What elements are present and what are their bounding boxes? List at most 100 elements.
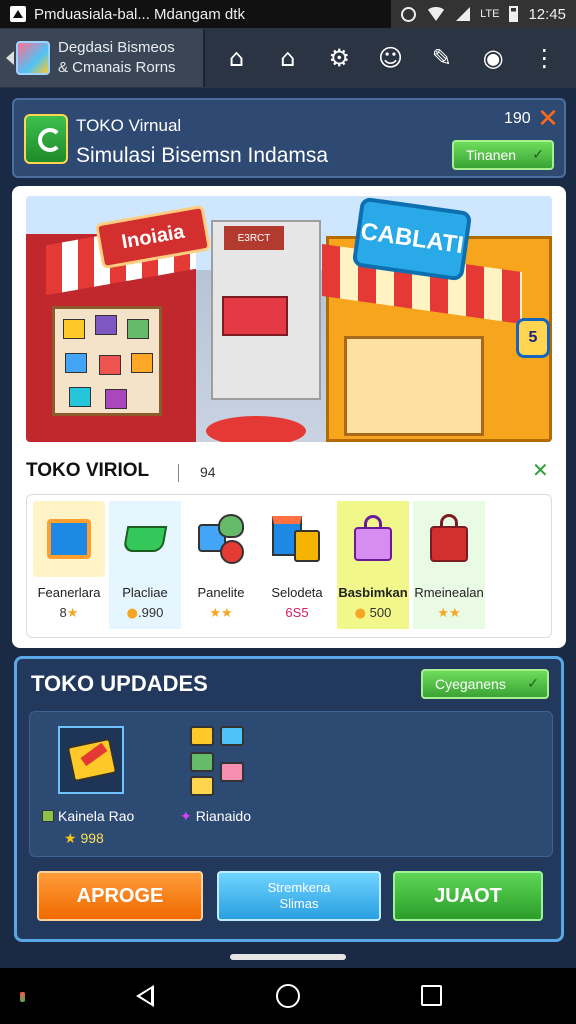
catalog-items: Feanerlara 8★ Placliae ●.990 Panelite ★★ — [26, 494, 552, 638]
clock-time: 12:45 — [528, 5, 566, 23]
item-name: Placliae — [122, 585, 168, 600]
shopping-cart-icon — [109, 501, 181, 577]
wifi-icon — [426, 7, 447, 21]
game-header-card: TOKO Virnual Simulasi Bisemsn Indamsa 19… — [12, 98, 566, 178]
alarm-clock-icon — [401, 6, 417, 22]
item-price: 6S5 — [285, 605, 309, 620]
star-icon: ★★ — [209, 606, 233, 621]
system-icons: LTE 12:45 — [391, 0, 576, 28]
catalog-title: TOKO VIRIOL — [26, 460, 150, 481]
middle-shop-sign: E3RCT — [224, 226, 284, 250]
catalog-item[interactable]: Rmeinealan ★★ — [413, 501, 485, 629]
update-item-name: ✦ Rianaido — [180, 808, 251, 825]
catalog-item[interactable]: Panelite ★★ — [185, 501, 257, 629]
back-chevron-icon[interactable] — [6, 51, 14, 65]
title-separator — [178, 464, 179, 482]
system-nav-bar — [0, 968, 576, 1024]
red-bag-icon — [413, 501, 485, 577]
item-price: ● 500 — [354, 605, 392, 621]
coin-icon: ● — [126, 606, 139, 621]
updates-list: Kainela Rao ★ 998 ✦ Rianaido — [29, 711, 553, 857]
header-title: Simulasi Bisemsn Indamsa — [76, 144, 329, 167]
chevron-down-icon: ✓ — [532, 147, 544, 163]
catalog-item[interactable]: Basbimkan ● 500 — [337, 501, 409, 629]
app-favicon-icon — [16, 41, 50, 75]
item-price: 8★ — [59, 605, 79, 621]
updates-dropdown[interactable]: Cyeganens ✓ — [421, 669, 549, 699]
tag-icon — [42, 810, 54, 822]
shopping-bags-icon — [261, 501, 333, 577]
updates-panel: TOKO UPDADES Cyeganens ✓ Kainela Rao ★ 9… — [14, 656, 564, 942]
item-name: Panelite — [197, 585, 245, 600]
item-price: ★★ — [185, 605, 257, 621]
back-icon[interactable] — [136, 985, 154, 1007]
pin-icon: ✦ — [180, 809, 192, 825]
coin-icon: ● — [354, 606, 366, 621]
home-circle-icon[interactable] — [276, 984, 300, 1008]
handbag-icon — [337, 501, 409, 577]
browser-top-bar: Degdasi Bismeos & Cmanais Rorns ⌂ ⌂ ⚙ ☺ … — [0, 28, 576, 88]
shop-window — [344, 336, 484, 436]
lte-label: LTE — [480, 7, 500, 20]
catalog-item[interactable]: Selodeta 6S5 — [261, 501, 333, 629]
display-cart-illustration — [222, 296, 288, 336]
catalog-count: 94 — [200, 464, 216, 480]
item-price: ●.990 — [126, 605, 164, 621]
close-icon[interactable]: ✕ — [536, 106, 560, 132]
fruit-basket-icon — [185, 501, 257, 577]
catalog-card: Inoiaia E3RCT CABLATI 5 TOKO VIRIOL 94 ✕ — [12, 186, 566, 648]
battery-icon — [509, 6, 519, 22]
shelf-illustration — [52, 306, 162, 416]
more-vert-icon[interactable]: ⋮ — [527, 41, 561, 75]
button-label-line1: Stremkena — [267, 880, 331, 895]
laptop-box-icon — [33, 501, 105, 577]
browser-tab[interactable]: Degdasi Bismeos & Cmanais Rorns — [0, 29, 205, 87]
gear-icon[interactable]: ⚙ — [322, 41, 356, 75]
aproge-button[interactable]: APROGE — [37, 871, 203, 921]
camera-icon[interactable]: ◉ — [476, 41, 510, 75]
shop-badge: 5 — [516, 318, 550, 358]
assistant-dot-icon — [20, 992, 25, 1002]
floor-mat — [206, 416, 306, 442]
tab-title-line1: Degdasi Bismeos — [58, 39, 175, 56]
header-dropdown[interactable]: Tinanen ✓ — [452, 140, 554, 170]
box-stack-icon[interactable] — [188, 726, 254, 800]
update-item-price: ★ 998 — [64, 830, 104, 847]
catalog-item[interactable]: Placliae ●.990 — [109, 501, 181, 629]
button-label-line2: Slimas — [279, 896, 319, 911]
catalog-item[interactable]: Feanerlara 8★ — [33, 501, 105, 629]
recents-icon[interactable] — [421, 985, 442, 1006]
item-name: Rmeinealan — [414, 585, 484, 600]
close-section-icon[interactable]: ✕ — [532, 458, 549, 482]
chevron-down-icon: ✓ — [527, 676, 539, 692]
updates-title: TOKO UPDADES — [31, 671, 208, 696]
gamepad-icon[interactable]: ☺ — [373, 41, 407, 75]
game-logo-icon — [24, 114, 68, 164]
update-item-selected[interactable] — [58, 726, 124, 794]
header-subtitle: TOKO Virnual — [76, 116, 182, 135]
tab-title: Degdasi Bismeos & Cmanais Rorns — [58, 38, 176, 78]
header-count: 190 — [504, 110, 531, 127]
signal-icon — [456, 7, 471, 21]
star-icon: ★ — [64, 831, 77, 847]
star-icon: ★★ — [437, 606, 461, 621]
lightbulb-icon[interactable]: ✎ — [425, 41, 459, 75]
cart-tool-icon — [66, 737, 118, 783]
item-name: Feanerlara — [37, 585, 101, 600]
header-dropdown-label: Tinanen — [466, 147, 517, 163]
item-name: Selodeta — [271, 585, 323, 600]
notification-text: Pmduasiala-bal... Mdangam dtk — [34, 5, 245, 23]
store-hero-illustration: Inoiaia E3RCT CABLATI 5 — [26, 196, 552, 442]
home-indicator[interactable] — [230, 954, 346, 960]
item-price: ★★ — [413, 605, 485, 621]
juaot-button[interactable]: JUAOT — [393, 871, 543, 921]
stremkena-button[interactable]: Stremkena Slimas — [217, 871, 381, 921]
updates-dropdown-label: Cyeganens — [435, 676, 506, 692]
star-icon: ★ — [66, 606, 79, 621]
tab-title-line2: & Cmanais Rorns — [58, 59, 176, 76]
status-bar: Pmduasiala-bal... Mdangam dtk LTE 12:45 — [0, 0, 576, 28]
browser-toolbar: ⌂ ⌂ ⚙ ☺ ✎ ◉ ⋮ — [205, 41, 576, 75]
home-icon[interactable]: ⌂ — [271, 41, 305, 75]
home-outline-icon[interactable]: ⌂ — [220, 41, 254, 75]
notification-app-icon — [10, 6, 26, 22]
